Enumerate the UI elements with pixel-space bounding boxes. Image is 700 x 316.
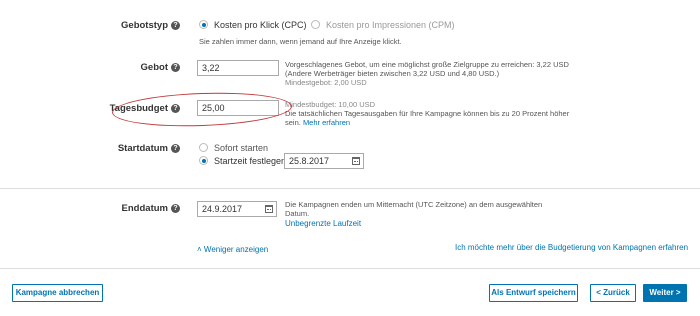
daily-budget-note: Mindestbudget: 10,00 USD Die tatsächlich… <box>285 100 569 127</box>
save-draft-button[interactable]: Als Entwurf speichern <box>489 284 578 302</box>
end-date-input[interactable]: 24.9.2017 <box>197 201 277 217</box>
calendar-icon[interactable] <box>265 205 273 213</box>
learn-more-link[interactable]: Mehr erfahren <box>303 118 350 127</box>
section-divider <box>0 188 700 189</box>
footer-divider <box>0 268 700 269</box>
start-date-label-text: Startdatum <box>117 143 168 154</box>
daily-budget-note-line2: sein. <box>285 118 301 127</box>
bid-input[interactable]: 3,22 <box>197 60 279 76</box>
unlimited-duration-link[interactable]: Unbegrenzte Laufzeit <box>285 219 361 228</box>
daily-budget-note-line1: Die tatsächlichen Tagesausgaben für Ihre… <box>285 109 570 118</box>
bid-note-line1: Vorgeschlagenes Gebot, um eine möglichst… <box>285 60 569 69</box>
start-date-label: Startdatum? <box>50 143 180 154</box>
help-icon[interactable]: ? <box>171 144 180 153</box>
help-icon[interactable]: ? <box>171 63 180 72</box>
bid-type-label: Gebotstyp? <box>50 20 180 31</box>
show-less-label: Weniger anzeigen <box>203 245 269 254</box>
back-button[interactable]: < Zurück <box>590 284 636 302</box>
start-date-input[interactable]: 25.8.2017 <box>284 153 364 169</box>
radio-selected-icon[interactable] <box>199 156 208 165</box>
bid-type-hint: Sie zahlen immer dann, wenn jemand auf I… <box>199 37 402 46</box>
radio-start-now[interactable]: Sofort starten <box>199 143 268 153</box>
cancel-campaign-button[interactable]: Kampagne abbrechen <box>12 284 103 302</box>
bid-note: Vorgeschlagenes Gebot, um eine möglichst… <box>285 60 569 87</box>
show-less-link[interactable]: ˄ Weniger anzeigen <box>197 245 268 254</box>
radio-cpm-label: Kosten pro Impressionen (CPM) <box>326 20 455 30</box>
end-date-label-text: Enddatum <box>121 203 168 214</box>
radio-cpm[interactable]: Kosten pro Impressionen (CPM) <box>311 20 455 30</box>
radio-start-set[interactable]: Startzeit festlegen <box>199 156 286 166</box>
help-icon[interactable]: ? <box>171 21 180 30</box>
end-date-note: Die Kampagnen enden um Mitternacht (UTC … <box>285 200 542 218</box>
highlight-ellipse <box>111 89 293 130</box>
end-date-note-line1: Die Kampagnen enden um Mitternacht (UTC … <box>285 200 543 209</box>
bid-label: Gebot? <box>50 62 180 73</box>
bid-label-text: Gebot <box>140 62 168 73</box>
chevron-up-icon: ˄ <box>197 245 202 254</box>
end-date-label: Enddatum? <box>50 203 180 214</box>
radio-start-now-label: Sofort starten <box>214 143 269 153</box>
budget-info-link[interactable]: Ich möchte mehr über die Budgetierung vo… <box>455 243 688 252</box>
radio-start-set-label: Startzeit festlegen <box>214 156 287 166</box>
radio-cpc[interactable]: Kosten pro Klick (CPC) <box>199 20 307 30</box>
radio-unselected-icon[interactable] <box>311 20 320 29</box>
calendar-icon[interactable] <box>352 157 360 165</box>
daily-budget-note-min: Mindestbudget: 10,00 USD <box>285 100 376 109</box>
help-icon[interactable]: ? <box>171 204 180 213</box>
bid-note-line2: (Andere Werbeträger bieten zwischen 3,22… <box>285 69 500 78</box>
start-date-value: 25.8.2017 <box>289 156 330 166</box>
bid-note-min: Mindestgebot: 2,00 USD <box>285 78 367 87</box>
radio-cpc-label: Kosten pro Klick (CPC) <box>214 20 307 30</box>
end-date-note-line2: Datum. <box>285 209 310 218</box>
next-button[interactable]: Weiter > <box>643 284 687 302</box>
bid-type-label-text: Gebotstyp <box>121 20 168 31</box>
end-date-value: 24.9.2017 <box>202 204 243 214</box>
radio-unselected-icon[interactable] <box>199 143 208 152</box>
radio-selected-icon[interactable] <box>199 20 208 29</box>
